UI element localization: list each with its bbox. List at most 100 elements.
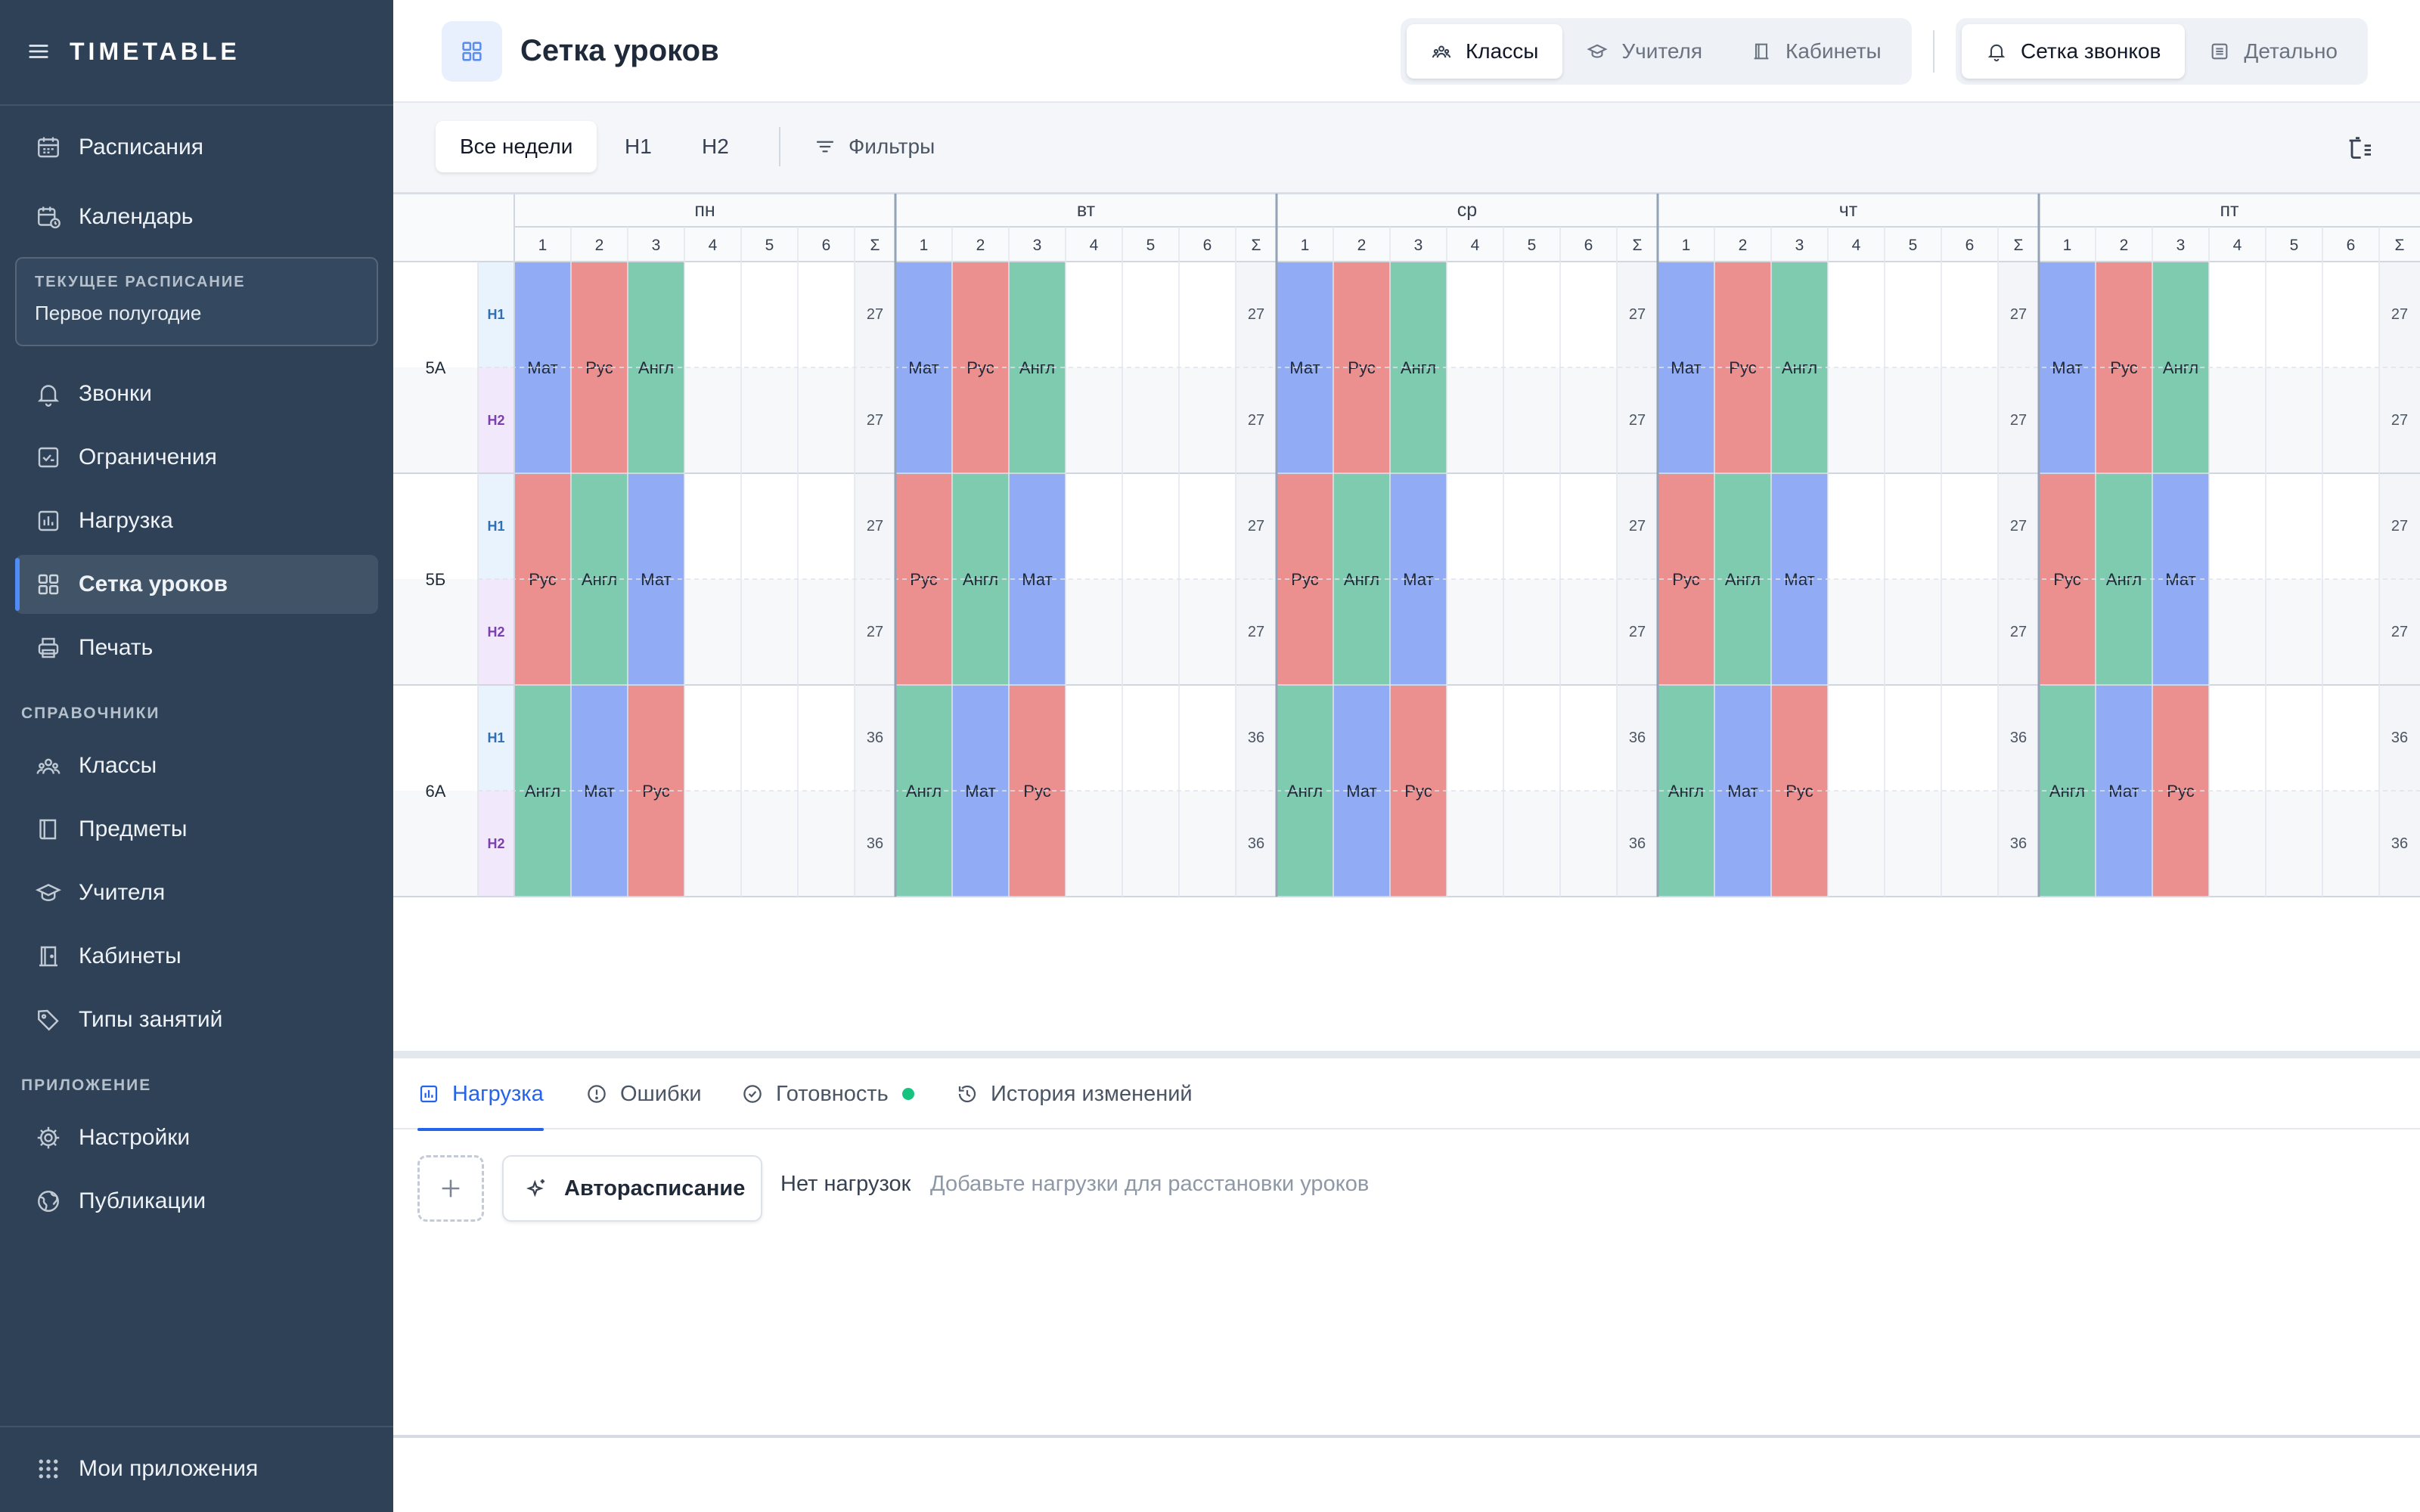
filters-button[interactable]: Фильтры <box>814 121 935 172</box>
nav-teachers[interactable]: Учителя <box>15 863 378 922</box>
sum-value-h2: 27 <box>1629 624 1646 640</box>
sum-value-h2: 27 <box>2010 412 2027 429</box>
day-header: пт <box>2220 200 2240 221</box>
tab-classes[interactable]: Классы <box>1407 24 1563 79</box>
tab-label: Ошибки <box>620 1081 702 1106</box>
class-label: 5Б <box>426 570 446 589</box>
week-label-h1: Н1 <box>487 307 504 322</box>
nav-label: Настройки <box>79 1125 191 1150</box>
period-number: 5 <box>765 237 774 254</box>
sum-value-h1: 27 <box>2010 518 2027 534</box>
tab-readiness[interactable]: Готовность <box>741 1058 914 1129</box>
tab-errors[interactable]: Ошибки <box>585 1058 702 1129</box>
sum-value-h1: 36 <box>2010 730 2027 746</box>
week-label-h1: Н1 <box>487 730 504 745</box>
week-h1[interactable]: Н1 <box>600 121 676 172</box>
book-icon <box>39 819 57 840</box>
tab-label: Учителя <box>1621 39 1703 63</box>
week-all[interactable]: Все недели <box>436 121 597 172</box>
panel-divider[interactable] <box>393 1051 2420 1058</box>
globe-icon <box>38 1191 59 1212</box>
period-number: 3 <box>1033 237 1042 254</box>
nav-label: Учителя <box>79 880 166 905</box>
nav-label: Классы <box>79 753 157 778</box>
lesson-grid: пн 1 2 3 4 5 6 Σвт 1 2 3 4 5 6 Σср 1 2 3 4 5 6 Σчт 1 2 3 4 5 6 Σпт 1 2… <box>393 194 2420 1051</box>
clear-schedule-icon[interactable] <box>2344 133 2375 163</box>
chart-icon <box>420 1085 438 1103</box>
tab-teachers[interactable]: Учителя <box>1562 24 1727 79</box>
tab-label: Детально <box>2244 39 2338 63</box>
week-label-h2: Н2 <box>487 624 504 640</box>
period-number: Σ <box>1633 237 1643 254</box>
day-header: пн <box>694 200 715 221</box>
sum-value-h2: 27 <box>867 412 883 429</box>
period-number: 3 <box>2176 237 2186 254</box>
sum-value-h2: 27 <box>1629 412 1646 429</box>
class-label: 5А <box>426 358 446 377</box>
nav-publications[interactable]: Публикации <box>15 1172 378 1231</box>
nav-lesson-grid[interactable]: Сетка уроков <box>15 555 378 614</box>
week-h2[interactable]: Н2 <box>678 121 753 172</box>
nav-load[interactable]: Нагрузка <box>15 491 378 550</box>
tab-history[interactable]: История изменений <box>956 1058 1193 1129</box>
period-number: 1 <box>1301 237 1310 254</box>
week-label-h2: Н2 <box>487 836 504 851</box>
nav-lesson-types[interactable]: Типы занятий <box>15 990 378 1049</box>
list-icon <box>2211 43 2228 60</box>
sum-value-h1: 36 <box>1248 730 1264 746</box>
nav-label: Нагрузка <box>79 508 173 533</box>
nav-print[interactable]: Печать <box>15 618 378 677</box>
lesson-grid-canvas: пн 1 2 3 4 5 6 Σвт 1 2 3 4 5 6 Σср 1 2 3 4 5 6 Σчт 1 2 3 4 5 6 Σпт 1 2… <box>393 194 2420 897</box>
nav-settings[interactable]: Настройки <box>15 1108 378 1167</box>
nav-rooms[interactable]: Кабинеты <box>15 927 378 986</box>
alert-circle-icon <box>588 1085 606 1103</box>
sum-value-h2: 36 <box>2010 835 2027 852</box>
nav-bells[interactable]: Звонки <box>15 364 378 423</box>
tab-label: Сетка звонков <box>2021 39 2161 63</box>
nav-label: Расписания <box>79 135 203 160</box>
week-label-h1: Н1 <box>487 519 504 534</box>
period-number: 6 <box>1584 237 1593 254</box>
tab-load[interactable]: Нагрузка <box>417 1058 544 1131</box>
sum-value-h1: 27 <box>1248 518 1264 534</box>
period-number: 5 <box>1528 237 1537 254</box>
section-app: ПРИЛОЖЕНИЕ <box>21 1077 152 1094</box>
readiness-status-dot <box>901 1088 914 1100</box>
period-number: 3 <box>652 237 661 254</box>
bottom-panel: Нагрузка Ошибки Готовность История измен… <box>393 1058 2420 1436</box>
sum-value-h1: 27 <box>867 518 883 534</box>
nav-constraints[interactable]: Ограничения <box>15 428 378 487</box>
sum-value-h2: 36 <box>1629 835 1646 852</box>
nav-label: Календарь <box>79 204 194 229</box>
menu-icon[interactable] <box>27 40 50 63</box>
nav-label: Типы занятий <box>79 1007 223 1032</box>
nav-label: Звонки <box>79 381 152 406</box>
door-icon <box>1754 43 1769 60</box>
bell-icon <box>1987 44 2006 62</box>
nav-calendar[interactable]: Календарь <box>15 187 378 246</box>
sum-value-h2: 27 <box>2391 412 2408 429</box>
door-icon <box>39 946 57 967</box>
filter-icon <box>816 141 834 153</box>
nav-schedules[interactable]: Расписания <box>15 118 378 177</box>
apps-grid-icon <box>39 1459 58 1479</box>
nav-label: Ограничения <box>79 445 217 469</box>
add-load-button[interactable] <box>417 1155 484 1222</box>
current-schedule-value: Первое полугодие <box>35 302 202 324</box>
auto-schedule-button[interactable]: Авторасписание <box>502 1155 762 1222</box>
current-schedule[interactable]: ТЕКУЩЕЕ РАСПИСАНИЕ Первое полугодие <box>15 257 378 346</box>
period-number: 6 <box>1203 237 1212 254</box>
tab-detailed[interactable]: Детально <box>2185 24 2362 79</box>
nav-classes[interactable]: Классы <box>15 736 378 795</box>
tab-bell-grid[interactable]: Сетка звонков <box>1962 24 2186 79</box>
calendar-clock-icon <box>38 206 60 229</box>
period-number: 6 <box>822 237 831 254</box>
filters-label: Фильтры <box>849 135 935 158</box>
period-number: 4 <box>709 237 718 254</box>
period-number: 5 <box>1146 237 1156 254</box>
nav-label: Сетка уроков <box>79 572 228 596</box>
nav-label: Печать <box>79 635 154 660</box>
tab-rooms[interactable]: Кабинеты <box>1727 24 1906 79</box>
nav-subjects[interactable]: Предметы <box>15 800 378 859</box>
nav-my-apps[interactable]: Мои приложения <box>15 1439 378 1498</box>
